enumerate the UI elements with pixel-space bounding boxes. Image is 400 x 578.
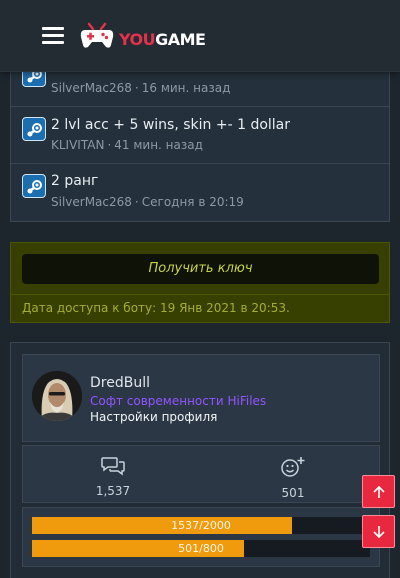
meta-separator: ·: [134, 81, 139, 95]
profile-header: DredBull Софт современности HiFiles Наст…: [22, 354, 380, 442]
progress-bars: 1537/2000 501/800: [22, 507, 380, 567]
messages-progress-bar: 1537/2000: [32, 517, 370, 534]
reactions-icon: [281, 457, 305, 477]
reactions-progress-bar: 501/800: [32, 540, 370, 557]
timestamp: 16 мин. назад: [141, 81, 231, 95]
divider: [11, 294, 389, 295]
steam-icon: [22, 174, 46, 198]
bot-key-block: Получить ключ Дата доступа к боту: 19 Ян…: [10, 242, 390, 323]
arrow-down-icon: [373, 526, 385, 539]
thread-meta: SilverMac268 · Сегодня в 20:19: [51, 195, 244, 209]
thread-meta: KLIVITAN · 41 мин. назад: [51, 138, 203, 152]
thread-title[interactable]: 2 ранг: [51, 173, 98, 189]
timestamp: Сегодня в 20:19: [141, 195, 244, 209]
reactions-stat[interactable]: 501: [233, 456, 353, 500]
timestamp: 41 мин. назад: [114, 138, 203, 152]
get-key-button[interactable]: Получить ключ: [22, 254, 379, 284]
scroll-down-button[interactable]: [362, 515, 395, 548]
author-link[interactable]: KLIVITAN: [51, 138, 104, 152]
author-link[interactable]: SilverMac268: [51, 81, 132, 95]
steam-icon: [22, 117, 46, 141]
progress-label: 501/800: [178, 542, 224, 555]
site-logo-text[interactable]: YOUGAME: [119, 30, 206, 49]
messages-stat[interactable]: 1,537: [53, 456, 173, 498]
logo-game-text: GAME: [155, 30, 206, 49]
activity-list: SilverMac268 · 16 мин. назад 2 lvl acc + 5…: [10, 46, 390, 222]
reactions-count: 501: [281, 486, 305, 500]
author-link[interactable]: SilverMac268: [51, 195, 132, 209]
logo-you-text: YOU: [119, 30, 156, 49]
user-title: Софт современности HiFiles: [90, 394, 267, 408]
profile-stats: 1,537 501: [22, 445, 380, 503]
meta-separator: ·: [107, 138, 112, 152]
hamburger-menu-icon[interactable]: [42, 27, 64, 45]
progress-label: 1537/2000: [171, 519, 231, 532]
messages-icon: [101, 457, 125, 476]
profile-settings-link[interactable]: Настройки профиля: [90, 410, 217, 424]
access-date-note: Дата доступа к боту: 19 Янв 2021 в 20:53…: [22, 301, 290, 315]
thread-title[interactable]: 2 lvl acc + 5 wins, skin +- 1 dollar: [51, 117, 290, 133]
list-item[interactable]: 2 lvl acc + 5 wins, skin +- 1 dollar KLI…: [11, 107, 389, 164]
list-item[interactable]: 2 ранг SilverMac268 · Сегодня в 20:19: [11, 164, 389, 222]
gamepad-logo-icon[interactable]: [79, 22, 115, 50]
scroll-up-button[interactable]: [362, 475, 395, 508]
arrow-up-icon: [373, 485, 385, 498]
meta-separator: ·: [134, 195, 139, 209]
site-header: YOUGAME: [0, 0, 400, 72]
username[interactable]: DredBull: [90, 375, 150, 391]
profile-widget: DredBull Софт современности HiFiles Наст…: [10, 342, 390, 578]
avatar[interactable]: [32, 371, 82, 421]
messages-count: 1,537: [95, 484, 131, 498]
thread-meta: SilverMac268 · 16 мин. назад: [51, 81, 230, 95]
